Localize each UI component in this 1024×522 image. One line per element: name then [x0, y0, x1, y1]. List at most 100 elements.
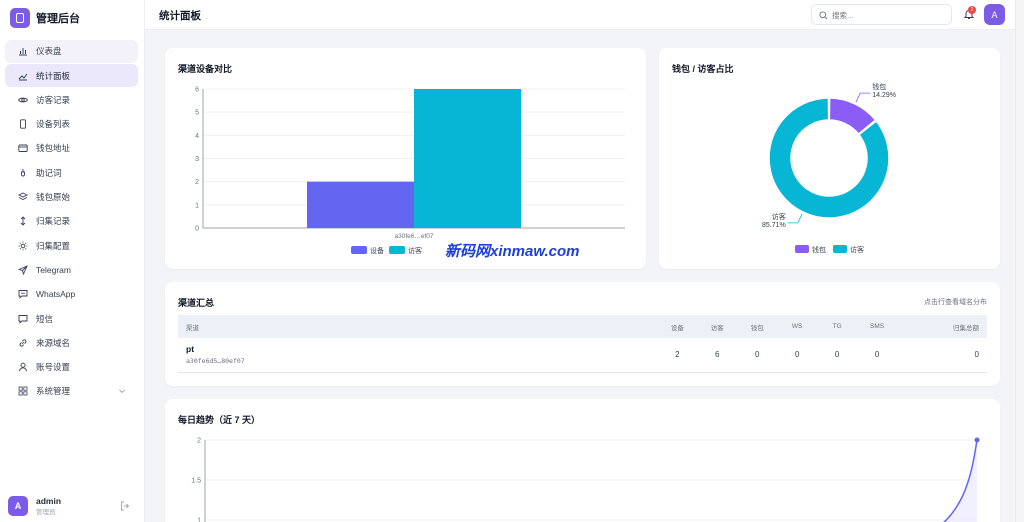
column-header: 渠道 [186, 324, 199, 332]
column-header: WS [791, 323, 803, 330]
domain-distribution-hint: 点击行查看域名分布 [924, 299, 987, 306]
sidebar-item-label: 助记词 [36, 167, 62, 178]
top-avatar[interactable]: A [984, 4, 1005, 25]
sidebar-item-1[interactable]: 统计面板 [5, 64, 138, 87]
sidebar-item-5[interactable]: 助记词 [5, 161, 138, 184]
label-line [787, 213, 803, 224]
sidebar-item-2[interactable]: 访客记录 [5, 89, 138, 112]
table-header: 渠道 设备 访客 钱包 WS TG SMS 归集总额 [178, 315, 987, 338]
sidebar-item-label: 归集记录 [36, 216, 71, 227]
channel-summary-card: 渠道汇总 点击行查看域名分布 渠道 设备 访客 钱包 WS TG SMS 归集总额 pt a30… [165, 282, 1000, 386]
sidebar-nav: 仪表盘统计面板访客记录设备列表钱包地址助记词钱包原始归集记录归集配置 Telegr… [5, 40, 138, 404]
column-header: 访客 [710, 324, 724, 332]
bar-设备 [307, 181, 414, 228]
y-tick-label: 4 [195, 133, 199, 140]
trend-line-icon [18, 71, 28, 81]
sidebar-item-label: 统计面板 [36, 70, 71, 81]
arrows-vertical-icon [18, 216, 28, 226]
page-title: 统计面板 [159, 10, 201, 22]
sidebar-item-9[interactable]: Telegram [5, 259, 138, 282]
slice-percent: 14.29% [872, 92, 896, 99]
sidebar-item-13[interactable]: 账号设置 [5, 356, 138, 379]
cell-wallets: 0 [754, 350, 760, 360]
eye-icon [18, 95, 28, 105]
sun-gear-icon [18, 241, 28, 251]
notification-badge: 2 [968, 6, 976, 14]
sidebar-item-10[interactable]: WhatsApp [5, 283, 138, 306]
legend-label: 设备 [370, 246, 384, 255]
app-logo-icon [10, 8, 30, 28]
channel-cell: pt a30fe6d5…80ef07 [178, 338, 657, 372]
bar-chart-icon [18, 46, 28, 56]
sidebar-item-label: 仪表盘 [36, 46, 62, 57]
user-name: admin [36, 496, 62, 506]
table-row[interactable]: pt a30fe6d5…80ef07 2 6 0 0 0 0 0 [178, 338, 987, 372]
channel-device-chart: 0 1 2 3 4 5 6 a30fe6…ef07 设备 访客 [195, 87, 625, 255]
search-icon [819, 11, 828, 20]
table-body: pt a30fe6d5…80ef07 2 6 0 0 0 0 0 [178, 338, 987, 372]
slice-label: 访客 [772, 212, 786, 221]
cell-ws: 0 [794, 350, 800, 360]
sidebar-item-label: 访客记录 [36, 94, 71, 105]
sidebar-item-label: 账号设置 [36, 362, 71, 373]
logout-icon[interactable] [120, 501, 130, 511]
brand: 管理后台 [0, 0, 144, 36]
cell-total: 0 [974, 350, 979, 360]
sidebar-item-6[interactable]: 钱包原始 [5, 186, 138, 209]
y-tick-label: 5 [195, 110, 199, 117]
link-icon [18, 338, 28, 348]
daily-trend-chart: 21.51 [191, 437, 980, 522]
sidebar-item-3[interactable]: 设备列表 [5, 113, 138, 136]
sidebar-item-label: 来源域名 [36, 337, 71, 348]
slice-label: 钱包 [872, 82, 886, 91]
y-tick-label: 1 [195, 202, 199, 209]
user-profile[interactable]: A admin 管理员 [8, 494, 136, 518]
send-icon [18, 265, 28, 275]
sidebar-item-14[interactable]: 系统管理 [5, 380, 138, 403]
watermark: 新码网xinmaw.com [445, 243, 580, 260]
sidebar-item-8[interactable]: 归集配置 [5, 234, 138, 257]
page-scrollbar[interactable] [1015, 0, 1024, 522]
sidebar-item-label: 钱包原始 [36, 192, 71, 203]
column-header: 设备 [670, 324, 684, 332]
wallet-icon [18, 143, 28, 153]
legend-swatch [795, 245, 809, 253]
sidebar-item-4[interactable]: 钱包地址 [5, 137, 138, 160]
column-header: SMS [870, 323, 885, 330]
sidebar-item-7[interactable]: 归集记录 [5, 210, 138, 233]
key-icon [18, 168, 28, 178]
legend-label: 访客 [850, 245, 864, 254]
x-tick-label: a30fe6…ef07 [394, 233, 433, 240]
column-header: TG [832, 323, 842, 330]
chat-icon [18, 289, 28, 300]
sidebar-item-label: WhatsApp [36, 289, 76, 300]
sidebar-item-label: Telegram [36, 264, 71, 275]
legend-label: 钱包 [812, 245, 826, 254]
summary-table: 渠道 设备 访客 钱包 WS TG SMS 归集总额 pt a30fe6d5…80ef07 2 6 0… [178, 315, 987, 373]
user-avatar: A [8, 496, 28, 516]
sidebar-item-label: 设备列表 [36, 119, 71, 130]
channel-device-card: 渠道设备对比 0 1 2 3 4 5 6 a30fe6…ef07 设备 访客 [165, 48, 646, 269]
topbar: 统计面板 2 A [145, 0, 1015, 30]
slice-percent: 85.71% [762, 222, 786, 229]
search-input[interactable] [832, 8, 942, 22]
y-tick-label: 3 [195, 156, 199, 163]
column-header: 钱包 [750, 324, 764, 332]
legend-swatch [833, 245, 847, 253]
daily-trend-card: 每日趋势（近 7 天） 2 1.5 1 [165, 399, 1000, 522]
user-role: 管理员 [36, 509, 56, 516]
column-header: 归集总额 [953, 324, 979, 332]
cell-visitors: 6 [715, 350, 720, 360]
search-box[interactable] [811, 4, 952, 25]
sidebar-item-label: 系统管理 [36, 386, 71, 397]
sidebar-item-label: 钱包地址 [36, 143, 71, 154]
y-tick-label: 0 [195, 226, 199, 233]
sidebar-item-label: 归集配置 [36, 240, 71, 251]
wallet-visitor-chart: 钱包14.29%访客85.71%钱包 访客 [762, 82, 896, 254]
sidebar-item-11[interactable]: 短信 [5, 307, 138, 330]
y-tick-label: 2 [197, 438, 201, 445]
sidebar-item-0[interactable]: 仪表盘 [5, 40, 138, 63]
chevron-down-icon [119, 389, 125, 394]
sidebar-item-12[interactable]: 来源域名 [5, 332, 138, 355]
card-title: 渠道汇总 [178, 298, 215, 308]
